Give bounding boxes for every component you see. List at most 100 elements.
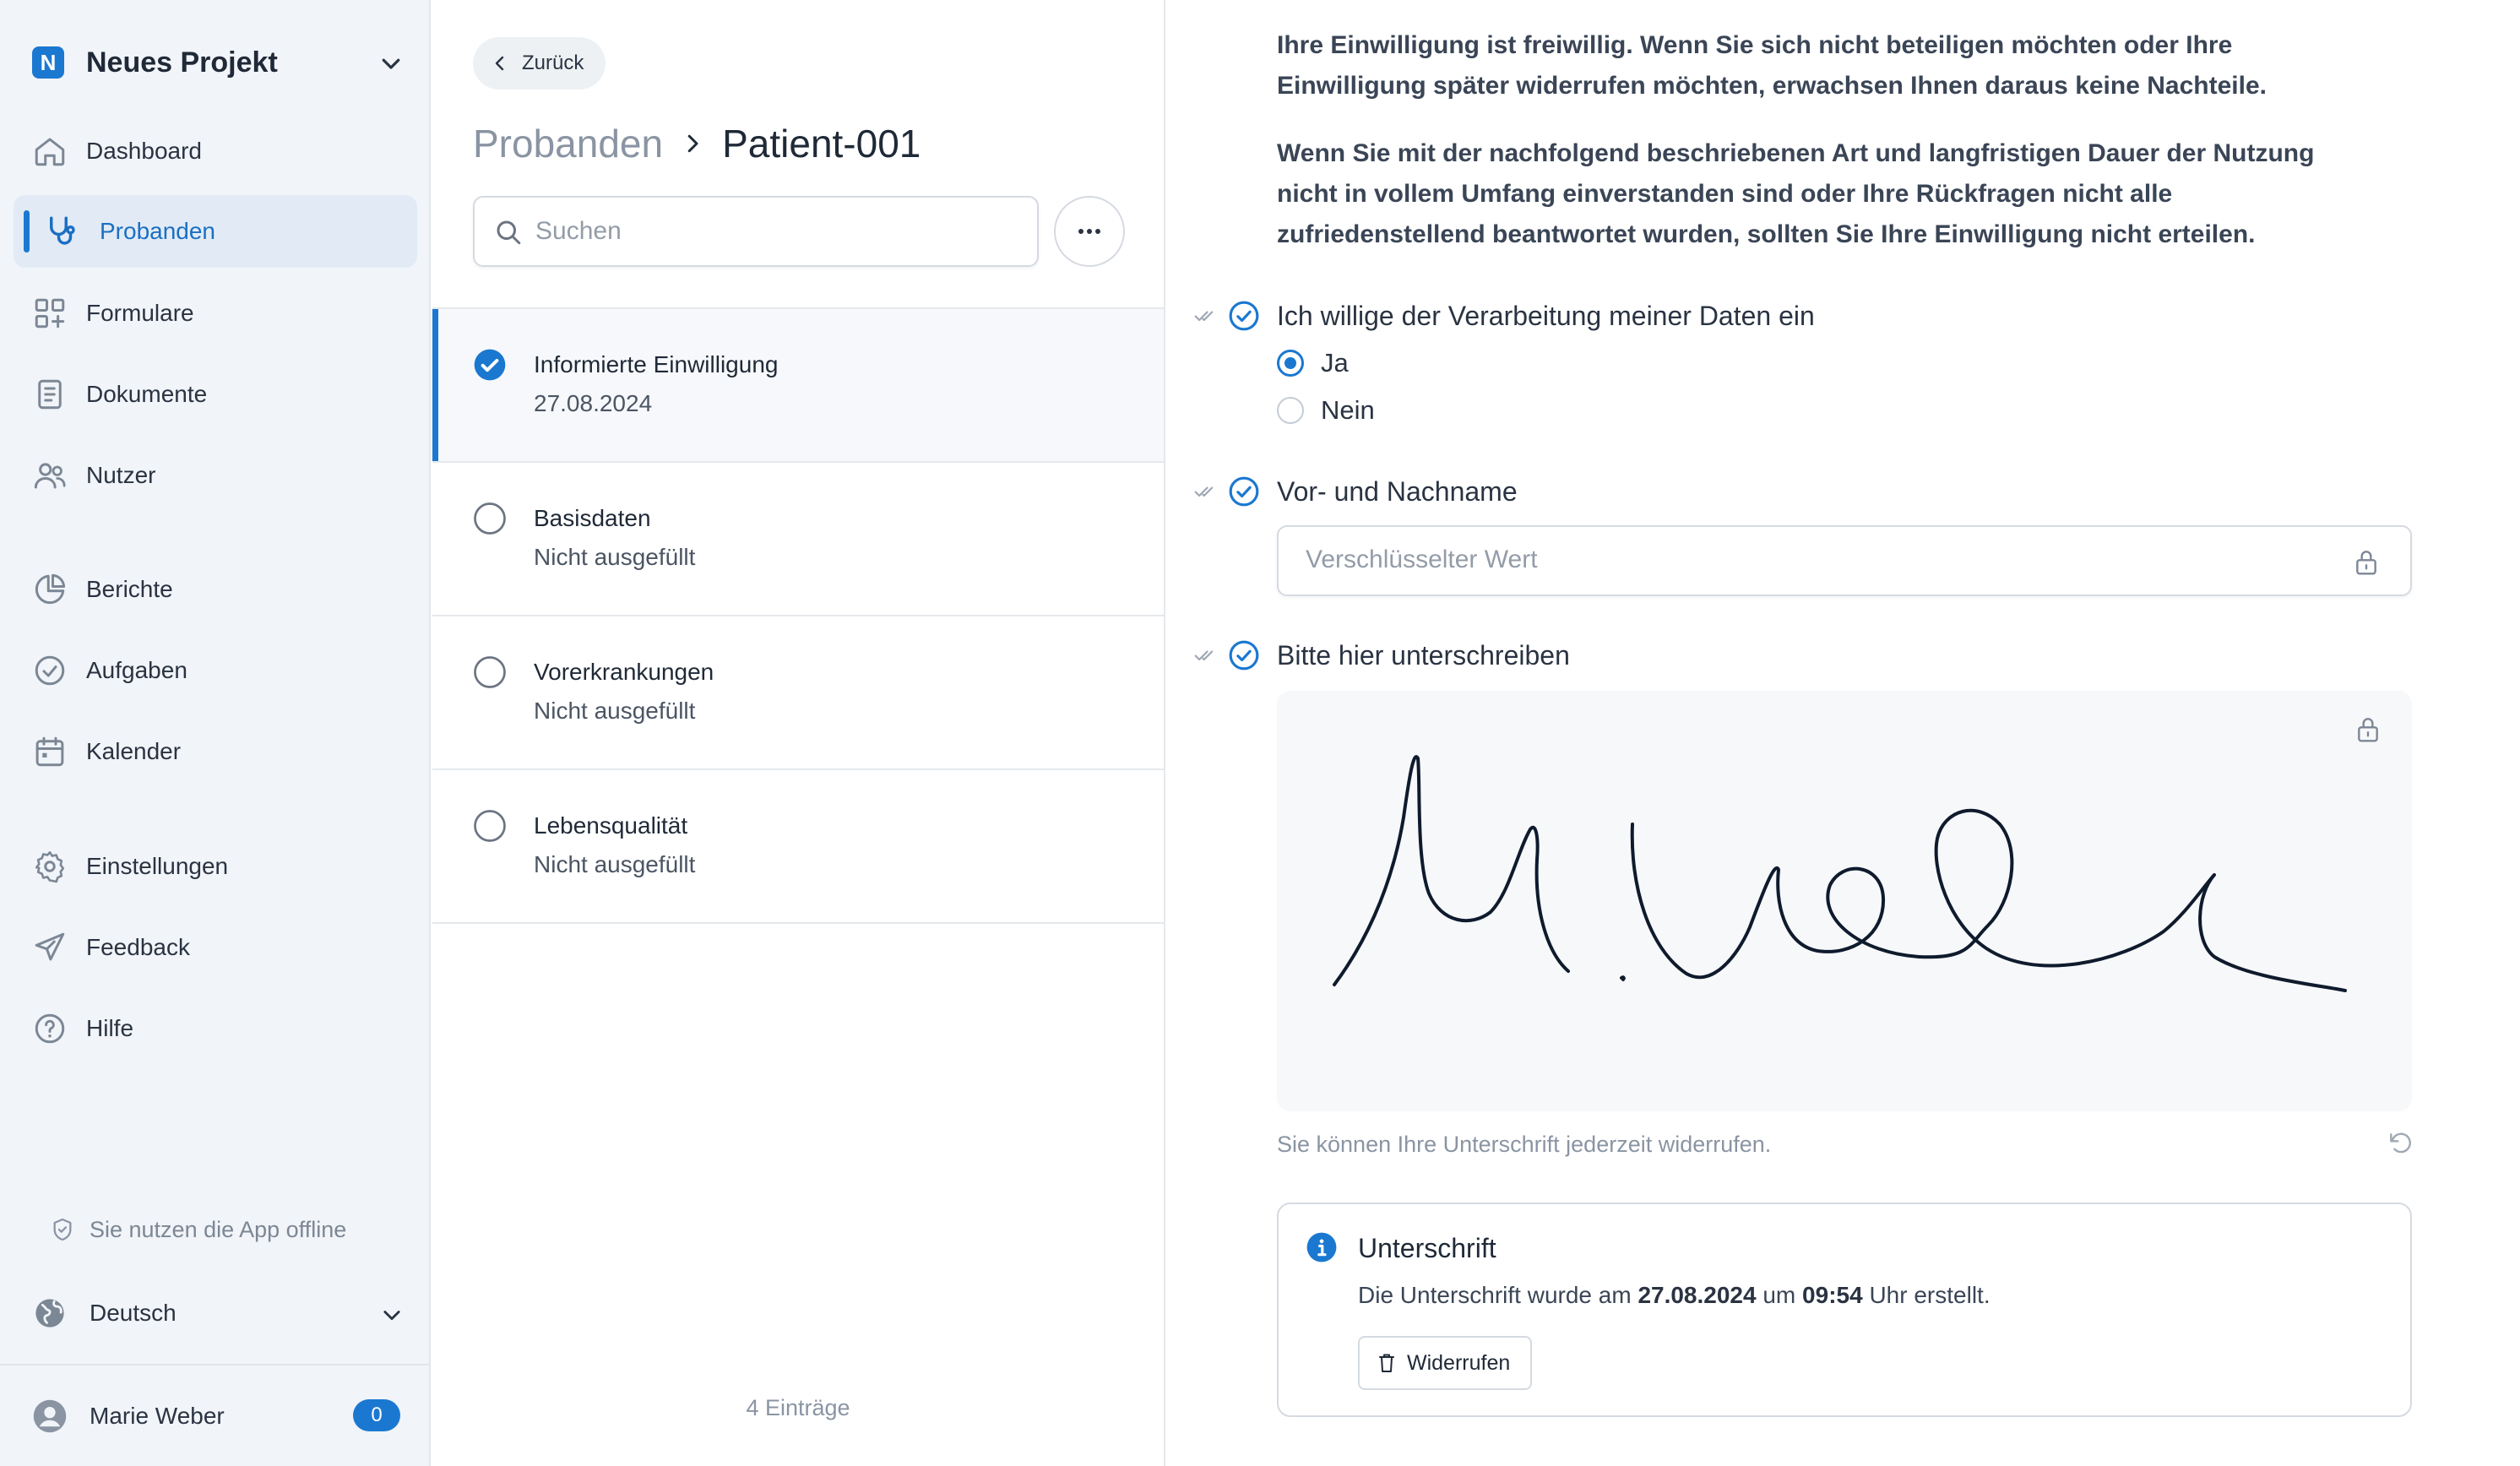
- check-circle-icon: [1229, 640, 1259, 671]
- circle-empty-icon: [474, 810, 506, 842]
- sidebar-item-nutzer[interactable]: Nutzer: [14, 439, 417, 512]
- active-indicator: [24, 210, 30, 252]
- form-title: Informierte Einwilligung: [534, 351, 779, 377]
- sidebar-item-aufgaben[interactable]: Aufgaben: [14, 634, 417, 707]
- lock-icon: [2356, 551, 2376, 575]
- revoke-label: Widerrufen: [1407, 1350, 1511, 1375]
- search-field[interactable]: [473, 196, 1039, 267]
- project-switcher[interactable]: N Neues Projekt: [32, 42, 404, 83]
- lock-icon: [2358, 718, 2378, 742]
- sidebar-item-feedback[interactable]: Feedback: [14, 911, 417, 984]
- list-item-vorerkrankungen[interactable]: Vorerkrankungen Nicht ausgefüllt: [432, 616, 1164, 770]
- revoke-button[interactable]: Widerrufen: [1358, 1336, 1533, 1390]
- info-icon: [1306, 1232, 1337, 1262]
- chevron-right-icon: [687, 134, 698, 153]
- back-label: Zurück: [522, 52, 584, 74]
- sidebar-item-dokumente[interactable]: Dokumente: [14, 358, 417, 431]
- list-item-basisdaten[interactable]: Basisdaten Nicht ausgefüllt: [432, 463, 1164, 616]
- radio-button[interactable]: [1277, 397, 1304, 424]
- form-status: Nicht ausgefüllt: [534, 851, 696, 877]
- question-label: Ich willige der Verarbeitung meiner Date…: [1277, 300, 1815, 331]
- sidebar-item-label: Probanden: [100, 218, 216, 244]
- more-options-button[interactable]: [1054, 196, 1125, 267]
- sidebar-item-label: Feedback: [86, 934, 190, 960]
- info-message: Die Unterschrift wurde am 27.08.2024 um …: [1358, 1282, 1990, 1309]
- question-name: Vor- und Nachname: [1192, 471, 1518, 512]
- handwritten-signature: [1333, 755, 2347, 992]
- info-title: Unterschrift: [1358, 1233, 1496, 1263]
- sidebar-item-hilfe[interactable]: Hilfe: [14, 992, 417, 1065]
- send-icon: [35, 932, 65, 961]
- sidebar-item-label: Dokumente: [86, 381, 208, 407]
- list-item-lebensqualitaet[interactable]: Lebensqualität Nicht ausgefüllt: [432, 770, 1164, 924]
- sidebar: N Neues Projekt Dashboard Probanden Form…: [0, 0, 431, 1466]
- sidebar-item-probanden[interactable]: Probanden: [14, 195, 417, 268]
- sidebar-item-kalender[interactable]: Kalender: [14, 715, 417, 788]
- sidebar-item-berichte[interactable]: Berichte: [14, 553, 417, 626]
- sidebar-item-label: Dashboard: [86, 138, 202, 164]
- project-name: Neues Projekt: [86, 46, 278, 79]
- double-check-icon: [1194, 650, 1214, 661]
- form-status: 27.08.2024: [534, 390, 653, 416]
- entry-count: 4 Einträge: [746, 1395, 850, 1420]
- radio-label: Nein: [1321, 395, 1375, 425]
- search-icon: [497, 220, 521, 245]
- document-icon: [38, 379, 62, 410]
- undo-icon[interactable]: [2387, 1130, 2414, 1157]
- trash-icon: [1379, 1354, 1394, 1372]
- check-circle-icon: [1229, 476, 1259, 507]
- avatar: [33, 1399, 67, 1433]
- forms-list-panel: Zurück Probanden Patient-001 Informierte…: [432, 0, 1165, 1466]
- pie-chart-icon: [35, 573, 66, 605]
- form-title: Vorerkrankungen: [534, 659, 714, 685]
- encrypted-placeholder: Verschlüsselter Wert: [1306, 546, 1538, 573]
- search-input[interactable]: [535, 198, 1025, 265]
- sidebar-divider: [0, 1364, 429, 1366]
- question-label: Bitte hier unterschreiben: [1277, 639, 1570, 671]
- consent-paragraph-1: Ihre Einwilligung ist freiwillig. Wenn S…: [1277, 31, 2267, 100]
- user-profile[interactable]: Marie Weber 0: [32, 1398, 400, 1435]
- active-indicator: [432, 309, 438, 461]
- name-field[interactable]: Verschlüsselter Wert: [1277, 525, 2412, 596]
- sidebar-item-formulare[interactable]: Formulare: [14, 277, 417, 350]
- ellipsis-icon: [1078, 229, 1100, 234]
- signature-time: 09:54: [1802, 1282, 1863, 1308]
- offline-status: Sie nutzen die App offline: [49, 1216, 346, 1243]
- sidebar-item-label: Berichte: [86, 576, 173, 602]
- signature-hint: Sie können Ihre Unterschrift jederzeit w…: [1277, 1132, 1772, 1157]
- language-selector[interactable]: Deutsch: [32, 1296, 404, 1330]
- signature-date: 27.08.2024: [1637, 1282, 1757, 1308]
- list-item-informierte-einwilligung[interactable]: Informierte Einwilligung 27.08.2024: [432, 309, 1164, 463]
- signature-pad[interactable]: [1277, 691, 2412, 1111]
- check-filled-icon: [474, 349, 506, 381]
- help-icon: [35, 1013, 65, 1044]
- radio-button-selected[interactable]: [1277, 350, 1304, 377]
- consent-paragraph-2: Wenn Sie mit der nachfolgend beschrieben…: [1277, 139, 2315, 248]
- sidebar-item-label: Formulare: [86, 300, 194, 326]
- sidebar-item-label: Hilfe: [86, 1015, 134, 1041]
- gear-icon: [35, 851, 65, 883]
- project-logo: N: [32, 46, 64, 79]
- language-label: Deutsch: [90, 1300, 177, 1326]
- form-title: Lebensqualität: [534, 812, 688, 839]
- chevron-down-icon: [383, 1311, 400, 1321]
- sidebar-item-einstellungen[interactable]: Einstellungen: [14, 830, 417, 903]
- back-button[interactable]: Zurück: [473, 37, 606, 90]
- notification-badge[interactable]: 0: [353, 1399, 400, 1431]
- radio-label: Ja: [1321, 348, 1349, 377]
- calendar-icon: [35, 736, 64, 767]
- signature-info-card: Unterschrift Die Unterschrift wurde am 2…: [1277, 1203, 2412, 1417]
- question-label: Vor- und Nachname: [1277, 475, 1518, 507]
- info-msg-suffix: Uhr erstellt.: [1869, 1282, 1990, 1308]
- check-circle-icon: [1229, 301, 1259, 331]
- sidebar-item-dashboard[interactable]: Dashboard: [14, 115, 417, 187]
- radio-option-nein[interactable]: Nein: [1277, 392, 1375, 429]
- question-consent: Ich willige der Verarbeitung meiner Date…: [1192, 296, 1815, 336]
- offline-text: Sie nutzen die App offline: [90, 1216, 347, 1242]
- sidebar-item-label: Nutzer: [86, 462, 156, 488]
- radio-option-ja[interactable]: Ja: [1277, 345, 1349, 382]
- form-status: Nicht ausgefüllt: [534, 544, 696, 570]
- breadcrumb-root[interactable]: Probanden: [473, 121, 663, 166]
- info-msg-prefix: Die Unterschrift wurde am: [1358, 1282, 1632, 1308]
- form-status: Nicht ausgefüllt: [534, 698, 696, 724]
